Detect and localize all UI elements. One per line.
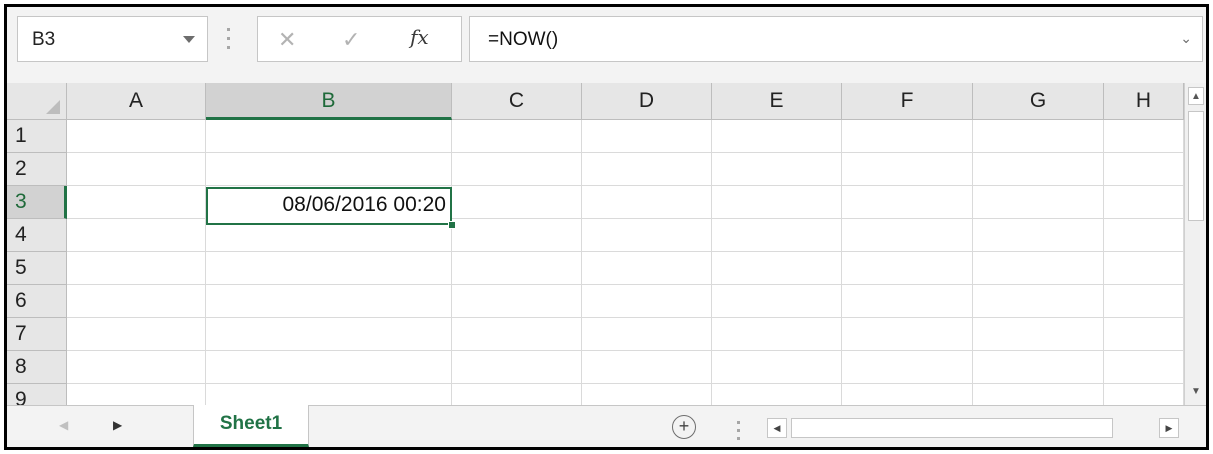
name-box-value: B3: [32, 29, 56, 50]
row-header-6[interactable]: 6: [7, 285, 67, 318]
tab-split-handle[interactable]: [735, 416, 741, 440]
insert-function-icon[interactable]: fx: [410, 25, 429, 49]
fill-handle[interactable]: [448, 221, 456, 229]
row-gridline: [67, 152, 1184, 153]
column-header-h[interactable]: H: [1104, 83, 1184, 120]
sheet-tabs-bar: ◀ ▶ Sheet1 + ◀ ▶: [7, 405, 1206, 447]
vertical-scroll-thumb[interactable]: [1188, 111, 1204, 221]
column-header-d[interactable]: D: [582, 83, 712, 120]
row-gridline: [67, 317, 1184, 318]
row-gridline: [67, 251, 1184, 252]
row-header-7[interactable]: 7: [7, 318, 67, 351]
row-header-1[interactable]: 1: [7, 120, 67, 153]
scroll-down-icon[interactable]: ▼: [1188, 383, 1204, 401]
active-cell-b3[interactable]: 08/06/2016 00:20: [206, 187, 456, 229]
scroll-right-icon[interactable]: ▶: [1159, 418, 1179, 438]
formula-bar: B3 ✕ ✓ fx =NOW() ⌄: [7, 7, 1206, 73]
column-gridline: [581, 120, 582, 405]
previous-sheet-icon[interactable]: ◀: [59, 418, 68, 432]
column-gridline: [711, 120, 712, 405]
row-header-4[interactable]: 4: [7, 219, 67, 252]
column-header-c[interactable]: C: [452, 83, 582, 120]
excel-window: B3 ✕ ✓ fx =NOW() ⌄ 08/06/2016 00:20 ▲ ▼: [4, 4, 1209, 450]
scroll-left-icon[interactable]: ◀: [767, 418, 787, 438]
row-gridline: [67, 350, 1184, 351]
formula-bar-resize-handle[interactable]: [225, 22, 231, 58]
horizontal-scrollbar[interactable]: ◀ ▶: [767, 418, 1179, 438]
expand-formula-bar-icon[interactable]: ⌄: [1180, 30, 1192, 47]
next-sheet-icon[interactable]: ▶: [113, 418, 122, 432]
column-header-f[interactable]: F: [842, 83, 973, 120]
cell-area[interactable]: 08/06/2016 00:20: [67, 120, 1184, 405]
row-header-5[interactable]: 5: [7, 252, 67, 285]
column-header-g[interactable]: G: [973, 83, 1104, 120]
worksheet-grid: 08/06/2016 00:20 ▲ ▼ ABCDEFGH123456789: [7, 83, 1206, 417]
formula-text: =NOW(): [488, 29, 559, 50]
scroll-up-icon[interactable]: ▲: [1188, 87, 1204, 105]
formula-actions: ✕ ✓ fx: [257, 16, 462, 62]
enter-icon[interactable]: ✓: [342, 27, 360, 53]
row-gridline: [67, 185, 1184, 186]
column-gridline: [1103, 120, 1104, 405]
row-gridline: [67, 284, 1184, 285]
row-header-8[interactable]: 8: [7, 351, 67, 384]
select-all-button[interactable]: [7, 83, 67, 120]
column-gridline: [841, 120, 842, 405]
column-gridline: [451, 120, 452, 405]
tab-sheet1[interactable]: Sheet1: [193, 405, 309, 447]
cancel-icon[interactable]: ✕: [278, 27, 296, 53]
column-header-a[interactable]: A: [67, 83, 206, 120]
column-gridline: [972, 120, 973, 405]
column-header-b[interactable]: B: [206, 83, 452, 120]
vertical-scrollbar[interactable]: ▲ ▼: [1184, 83, 1206, 405]
name-box[interactable]: B3: [17, 16, 208, 62]
select-all-icon: [46, 100, 60, 114]
formula-input[interactable]: =NOW() ⌄: [469, 16, 1203, 62]
row-gridline: [67, 383, 1184, 384]
column-gridline: [205, 120, 206, 405]
horizontal-scroll-thumb[interactable]: [791, 418, 1113, 438]
new-sheet-button[interactable]: +: [672, 415, 696, 439]
row-header-2[interactable]: 2: [7, 153, 67, 186]
column-header-e[interactable]: E: [712, 83, 842, 120]
row-header-3[interactable]: 3: [7, 186, 67, 219]
chevron-down-icon[interactable]: [183, 36, 195, 43]
active-cell-value: 08/06/2016 00:20: [282, 193, 447, 216]
